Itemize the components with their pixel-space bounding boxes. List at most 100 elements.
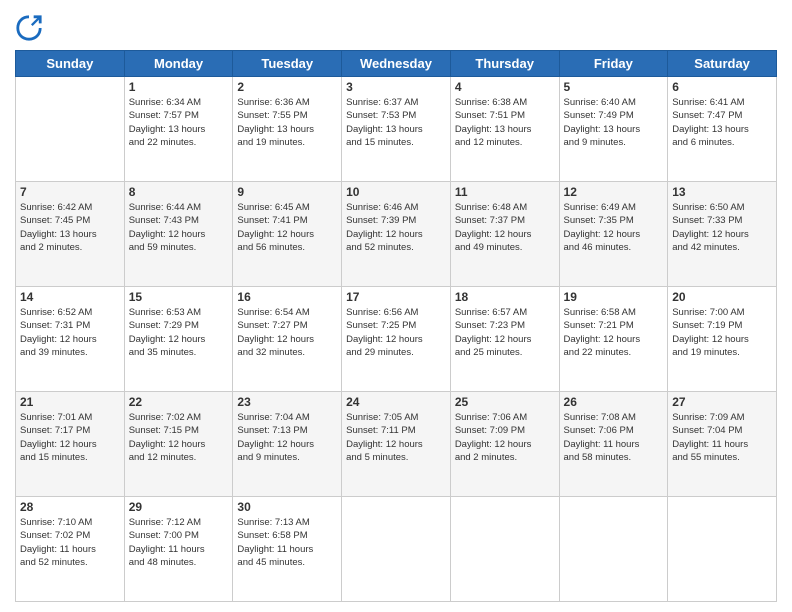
calendar-cell: 7Sunrise: 6:42 AM Sunset: 7:45 PM Daylig… [16, 182, 125, 287]
calendar-cell: 11 Sunrise: 6:48 AM Sunset: 7:37 PM Dayli… [450, 182, 559, 287]
day-info: Sunrise: 7:05 AM Sunset: 7:11 PM Dayligh… [346, 411, 446, 464]
calendar-cell: 18 Sunrise: 6:57 AM Sunset: 7:23 PM Dayli… [450, 287, 559, 392]
day-number: 27 [672, 395, 772, 409]
day-number: 22 [129, 395, 229, 409]
day-number: 12 [564, 185, 664, 199]
calendar-cell: 6 Sunrise: 6:41 AM Sunset: 7:47 PM Daylig… [668, 77, 777, 182]
calendar-cell: 27 Sunrise: 7:09 AM Sunset: 7:04 PM Dayli… [668, 392, 777, 497]
day-number: 16 [237, 290, 337, 304]
calendar-cell [559, 497, 668, 602]
logo [15, 14, 47, 42]
day-number: 26 [564, 395, 664, 409]
day-number: 10 [346, 185, 446, 199]
weekday-header-saturday: Saturday [668, 51, 777, 77]
day-info: Sunrise: 7:12 AM Sunset: 7:00 PM Dayligh… [129, 516, 229, 569]
day-number: 1 [129, 80, 229, 94]
day-info: Sunrise: 7:13 AM Sunset: 6:58 PM Dayligh… [237, 516, 337, 569]
header [15, 10, 777, 42]
calendar-cell: 15 Sunrise: 6:53 AM Sunset: 7:29 PM Dayli… [124, 287, 233, 392]
day-info: Sunrise: 6:41 AM Sunset: 7:47 PM Dayligh… [672, 96, 772, 149]
calendar-cell [16, 77, 125, 182]
weekday-header-sunday: Sunday [16, 51, 125, 77]
weekday-header-tuesday: Tuesday [233, 51, 342, 77]
day-info: Sunrise: 6:57 AM Sunset: 7:23 PM Dayligh… [455, 306, 555, 359]
day-info: Sunrise: 6:36 AM Sunset: 7:55 PM Dayligh… [237, 96, 337, 149]
calendar-cell: 17 Sunrise: 6:56 AM Sunset: 7:25 PM Dayli… [342, 287, 451, 392]
weekday-header-wednesday: Wednesday [342, 51, 451, 77]
day-info: Sunrise: 6:40 AM Sunset: 7:49 PM Dayligh… [564, 96, 664, 149]
weekday-header-monday: Monday [124, 51, 233, 77]
day-info: Sunrise: 6:52 AM Sunset: 7:31 PM Dayligh… [20, 306, 120, 359]
calendar-cell: 29 Sunrise: 7:12 AM Sunset: 7:00 PM Dayli… [124, 497, 233, 602]
calendar-cell: 1 Sunrise: 6:34 AM Sunset: 7:57 PM Daylig… [124, 77, 233, 182]
day-number: 8 [129, 185, 229, 199]
weekday-header-row: SundayMondayTuesdayWednesdayThursdayFrid… [16, 51, 777, 77]
calendar-cell: 8Sunrise: 6:44 AM Sunset: 7:43 PM Daylig… [124, 182, 233, 287]
calendar-cell: 9 Sunrise: 6:45 AM Sunset: 7:41 PM Daylig… [233, 182, 342, 287]
day-number: 17 [346, 290, 446, 304]
day-info: Sunrise: 6:50 AM Sunset: 7:33 PM Dayligh… [672, 201, 772, 254]
week-row-2: 7Sunrise: 6:42 AM Sunset: 7:45 PM Daylig… [16, 182, 777, 287]
calendar-cell: 22Sunrise: 7:02 AM Sunset: 7:15 PM Dayli… [124, 392, 233, 497]
day-info: Sunrise: 6:34 AM Sunset: 7:57 PM Dayligh… [129, 96, 229, 149]
calendar-cell: 19 Sunrise: 6:58 AM Sunset: 7:21 PM Dayli… [559, 287, 668, 392]
day-number: 6 [672, 80, 772, 94]
day-info: Sunrise: 7:00 AM Sunset: 7:19 PM Dayligh… [672, 306, 772, 359]
calendar-table: SundayMondayTuesdayWednesdayThursdayFrid… [15, 50, 777, 602]
day-number: 23 [237, 395, 337, 409]
calendar-header: SundayMondayTuesdayWednesdayThursdayFrid… [16, 51, 777, 77]
day-info: Sunrise: 6:58 AM Sunset: 7:21 PM Dayligh… [564, 306, 664, 359]
calendar-body: 1 Sunrise: 6:34 AM Sunset: 7:57 PM Daylig… [16, 77, 777, 602]
calendar-cell: 3 Sunrise: 6:37 AM Sunset: 7:53 PM Daylig… [342, 77, 451, 182]
day-info: Sunrise: 6:48 AM Sunset: 7:37 PM Dayligh… [455, 201, 555, 254]
day-number: 15 [129, 290, 229, 304]
day-number: 18 [455, 290, 555, 304]
day-number: 21 [20, 395, 120, 409]
calendar-cell: 21 Sunrise: 7:01 AM Sunset: 7:17 PM Dayli… [16, 392, 125, 497]
day-info: Sunrise: 7:10 AM Sunset: 7:02 PM Dayligh… [20, 516, 120, 569]
weekday-header-thursday: Thursday [450, 51, 559, 77]
calendar-cell: 14 Sunrise: 6:52 AM Sunset: 7:31 PM Dayli… [16, 287, 125, 392]
calendar-cell: 26Sunrise: 7:08 AM Sunset: 7:06 PM Dayli… [559, 392, 668, 497]
calendar-cell [342, 497, 451, 602]
calendar-cell: 12Sunrise: 6:49 AM Sunset: 7:35 PM Dayli… [559, 182, 668, 287]
calendar-cell: 4Sunrise: 6:38 AM Sunset: 7:51 PM Daylig… [450, 77, 559, 182]
calendar-cell: 10Sunrise: 6:46 AM Sunset: 7:39 PM Dayli… [342, 182, 451, 287]
day-number: 9 [237, 185, 337, 199]
day-number: 7 [20, 185, 120, 199]
calendar-cell: 16 Sunrise: 6:54 AM Sunset: 7:27 PM Dayli… [233, 287, 342, 392]
weekday-header-friday: Friday [559, 51, 668, 77]
calendar-cell: 30Sunrise: 7:13 AM Sunset: 6:58 PM Dayli… [233, 497, 342, 602]
page: SundayMondayTuesdayWednesdayThursdayFrid… [0, 0, 792, 612]
day-info: Sunrise: 6:56 AM Sunset: 7:25 PM Dayligh… [346, 306, 446, 359]
day-info: Sunrise: 7:01 AM Sunset: 7:17 PM Dayligh… [20, 411, 120, 464]
calendar-cell: 23Sunrise: 7:04 AM Sunset: 7:13 PM Dayli… [233, 392, 342, 497]
day-number: 29 [129, 500, 229, 514]
week-row-5: 28 Sunrise: 7:10 AM Sunset: 7:02 PM Dayli… [16, 497, 777, 602]
calendar-cell: 5 Sunrise: 6:40 AM Sunset: 7:49 PM Daylig… [559, 77, 668, 182]
calendar-cell: 13Sunrise: 6:50 AM Sunset: 7:33 PM Dayli… [668, 182, 777, 287]
day-info: Sunrise: 6:37 AM Sunset: 7:53 PM Dayligh… [346, 96, 446, 149]
day-number: 24 [346, 395, 446, 409]
week-row-4: 21 Sunrise: 7:01 AM Sunset: 7:17 PM Dayli… [16, 392, 777, 497]
day-number: 14 [20, 290, 120, 304]
day-number: 11 [455, 185, 555, 199]
day-info: Sunrise: 6:54 AM Sunset: 7:27 PM Dayligh… [237, 306, 337, 359]
day-number: 19 [564, 290, 664, 304]
calendar-cell: 20 Sunrise: 7:00 AM Sunset: 7:19 PM Dayli… [668, 287, 777, 392]
week-row-3: 14 Sunrise: 6:52 AM Sunset: 7:31 PM Dayli… [16, 287, 777, 392]
day-number: 5 [564, 80, 664, 94]
day-info: Sunrise: 7:06 AM Sunset: 7:09 PM Dayligh… [455, 411, 555, 464]
day-number: 2 [237, 80, 337, 94]
day-info: Sunrise: 7:09 AM Sunset: 7:04 PM Dayligh… [672, 411, 772, 464]
day-info: Sunrise: 6:38 AM Sunset: 7:51 PM Dayligh… [455, 96, 555, 149]
week-row-1: 1 Sunrise: 6:34 AM Sunset: 7:57 PM Daylig… [16, 77, 777, 182]
calendar-cell: 25Sunrise: 7:06 AM Sunset: 7:09 PM Dayli… [450, 392, 559, 497]
calendar-cell: 2 Sunrise: 6:36 AM Sunset: 7:55 PM Daylig… [233, 77, 342, 182]
calendar-cell: 24 Sunrise: 7:05 AM Sunset: 7:11 PM Dayli… [342, 392, 451, 497]
day-number: 20 [672, 290, 772, 304]
day-number: 28 [20, 500, 120, 514]
day-info: Sunrise: 6:45 AM Sunset: 7:41 PM Dayligh… [237, 201, 337, 254]
day-info: Sunrise: 6:53 AM Sunset: 7:29 PM Dayligh… [129, 306, 229, 359]
day-number: 3 [346, 80, 446, 94]
